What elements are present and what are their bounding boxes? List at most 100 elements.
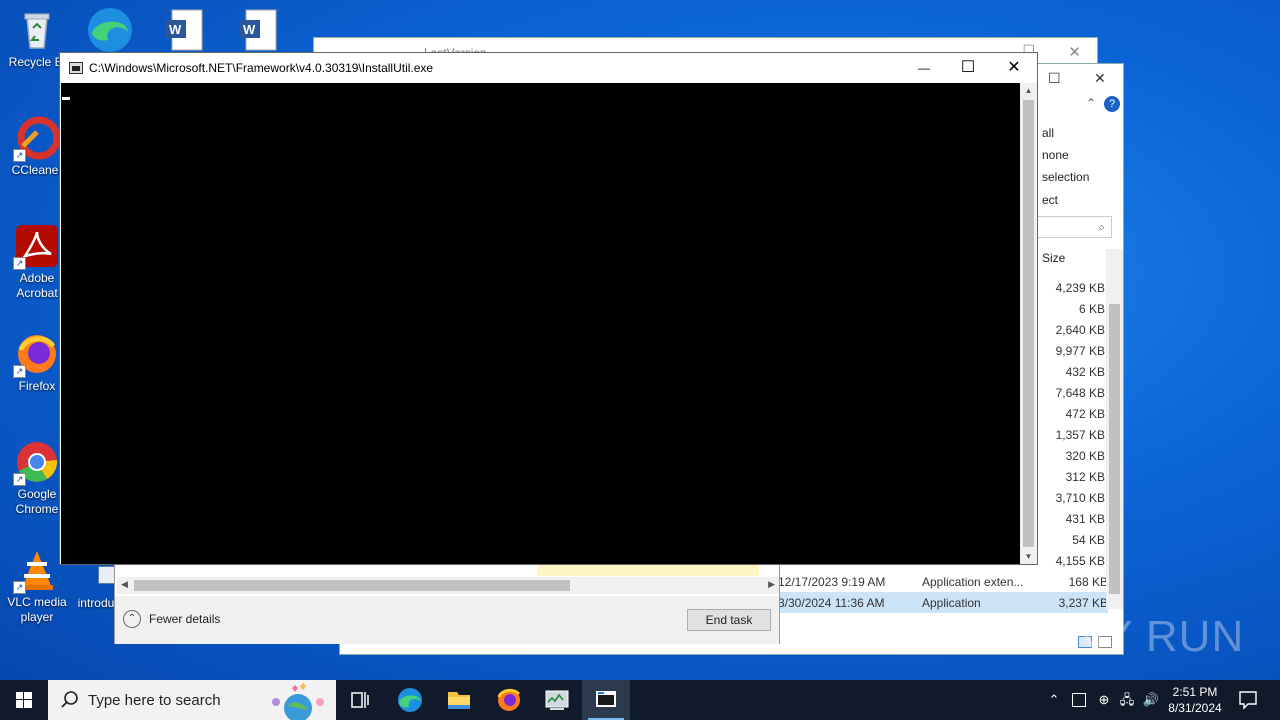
console-vertical-scrollbar[interactable]: ▲ ▼ xyxy=(1020,83,1037,564)
close-button[interactable]: ✕ xyxy=(991,53,1037,83)
taskbar-file-explorer[interactable] xyxy=(435,680,483,720)
taskbar-edge[interactable] xyxy=(386,680,434,720)
console-title: C:\Windows\Microsoft.NET\Framework\v4.0.… xyxy=(89,61,434,75)
task-view-button[interactable] xyxy=(336,680,384,720)
chrome-icon: ↗ xyxy=(13,440,59,486)
close-icon[interactable]: ✕ xyxy=(1094,70,1106,87)
svg-text:W: W xyxy=(169,22,182,37)
recycle-bin-icon xyxy=(15,8,59,52)
notification-icon xyxy=(1239,691,1257,710)
clock-date: 8/31/2024 xyxy=(1168,701,1222,715)
collapse-ribbon-icon[interactable]: ⌃ xyxy=(1086,96,1096,110)
network-icon[interactable]: 🖧 xyxy=(1118,680,1136,720)
explorer-search-input[interactable]: ⌕ xyxy=(1030,216,1112,238)
word-document-icon[interactable]: W xyxy=(162,8,206,52)
horizontal-scrollbar[interactable]: ◀ ▶ xyxy=(117,577,779,594)
type-cell: Application exten... xyxy=(922,575,1024,589)
size-cell: 3,237 KB xyxy=(1058,596,1108,610)
scroll-down-arrow[interactable]: ▼ xyxy=(1020,552,1037,561)
chevron-up-icon: ⌃ xyxy=(123,610,141,628)
desktop-icon-label: VLC media player xyxy=(7,595,67,624)
show-hidden-icons-chevron[interactable]: ⌃ xyxy=(1046,680,1062,720)
task-manager-icon xyxy=(545,690,569,710)
scrollbar-thumb[interactable] xyxy=(1023,100,1034,547)
size-cell: 432 KB xyxy=(1065,365,1105,379)
size-cell: 3,710 KB xyxy=(1055,491,1105,505)
task-manager-footer: ⌃ Fewer details End task xyxy=(115,596,779,644)
maximize-icon[interactable]: ☐ xyxy=(1048,70,1061,87)
end-task-button[interactable]: End task xyxy=(687,609,771,631)
taskbar: Type here to search ⌃ ⊕ 🖧 🔊 2:51 PM 8/31… xyxy=(0,680,1280,720)
console-title-bar[interactable]: C:\Windows\Microsoft.NET\Framework\v4.0.… xyxy=(60,53,1037,83)
shortcut-arrow-icon: ↗ xyxy=(13,365,26,378)
windows-logo-icon xyxy=(16,692,32,708)
taskbar-task-manager[interactable] xyxy=(533,680,581,720)
ribbon-invert-selection[interactable]: selection xyxy=(1042,170,1089,184)
taskbar-search-box[interactable]: Type here to search xyxy=(48,680,336,720)
size-column-header[interactable]: Size xyxy=(1042,251,1065,265)
size-cell: 9,977 KB xyxy=(1055,344,1105,358)
clock-time: 2:51 PM xyxy=(1172,685,1218,699)
help-icon[interactable]: ? xyxy=(1104,96,1120,112)
task-manager-window[interactable]: ◀ ▶ ⌃ Fewer details End task xyxy=(114,553,780,644)
date-cell: 12/17/2023 9:19 AM xyxy=(778,575,886,589)
search-highlight-icon xyxy=(272,683,324,720)
taskbar-console[interactable] xyxy=(582,680,630,720)
shortcut-arrow-icon: ↗ xyxy=(13,149,26,162)
edge-icon[interactable] xyxy=(86,6,134,54)
size-cell: 2,640 KB xyxy=(1055,323,1105,337)
close-icon[interactable]: ✕ xyxy=(1068,43,1081,61)
start-button[interactable] xyxy=(0,680,48,720)
notification-center-button[interactable] xyxy=(1234,680,1262,720)
type-cell: Application xyxy=(922,596,981,610)
size-cell: 320 KB xyxy=(1065,449,1105,463)
adobe-acrobat-icon: ↗ xyxy=(13,224,59,270)
scrollbar-thumb[interactable] xyxy=(134,580,570,591)
search-icon xyxy=(61,691,78,708)
task-view-icon xyxy=(351,692,369,708)
desktop: Recycle Bi ↗ CCleaner ↗ Adobe Acrobat ↗ … xyxy=(0,0,1280,680)
svg-text:W: W xyxy=(243,22,256,37)
tray-device-icon[interactable]: ⊕ xyxy=(1096,680,1112,720)
table-row[interactable]: 12/17/2023 9:19 AM Application exten... … xyxy=(760,571,1108,592)
console-app-icon xyxy=(69,62,83,74)
ribbon-select-all[interactable]: all xyxy=(1042,126,1054,140)
search-icon: ⌕ xyxy=(1098,220,1105,234)
size-cell: 4,155 KB xyxy=(1055,554,1105,568)
scroll-right-arrow[interactable]: ▶ xyxy=(768,579,775,590)
ccleaner-icon: ↗ xyxy=(13,116,61,162)
search-placeholder: Type here to search xyxy=(88,692,221,709)
anyrun-watermark: ANY RUN xyxy=(1040,612,1245,661)
maximize-button[interactable]: ☐ xyxy=(945,53,991,83)
size-cell: 312 KB xyxy=(1065,470,1105,484)
size-cell: 472 KB xyxy=(1065,407,1105,421)
size-cell: 54 KB xyxy=(1072,533,1105,547)
size-cell: 6 KB xyxy=(1078,302,1105,316)
scrollbar-thumb[interactable] xyxy=(1109,304,1120,594)
folder-icon xyxy=(448,692,470,709)
minimize-button[interactable]: — xyxy=(901,53,947,83)
vlc-icon: ↗ xyxy=(13,548,59,594)
console-output[interactable] xyxy=(61,83,1020,564)
explorer-vertical-scrollbar[interactable] xyxy=(1106,249,1123,609)
system-clock[interactable]: 2:51 PM 8/31/2024 xyxy=(1162,684,1228,716)
console-icon xyxy=(596,691,616,707)
size-cell: 4,239 KB xyxy=(1055,281,1105,295)
volume-icon[interactable]: 🔊 xyxy=(1142,680,1160,720)
console-window[interactable]: C:\Windows\Microsoft.NET\Framework\v4.0.… xyxy=(59,52,1038,565)
firefox-icon: ↗ xyxy=(13,332,59,378)
size-cell: 7,648 KB xyxy=(1055,386,1105,400)
word-document-icon[interactable]: W xyxy=(236,8,280,52)
edge-icon xyxy=(398,688,422,712)
taskbar-firefox[interactable] xyxy=(485,680,533,720)
fewer-details-button[interactable]: ⌃ Fewer details xyxy=(123,610,220,628)
scroll-left-arrow[interactable]: ◀ xyxy=(121,579,128,590)
ribbon-select: ect xyxy=(1042,193,1059,207)
table-row[interactable]: 3/30/2024 11:36 AM Application 3,237 KB xyxy=(760,592,1108,613)
ribbon-select-none[interactable]: none xyxy=(1042,148,1069,162)
text-cursor xyxy=(62,97,70,100)
tray-app-icon[interactable] xyxy=(1072,693,1086,707)
shortcut-arrow-icon: ↗ xyxy=(13,581,26,594)
scroll-up-arrow[interactable]: ▲ xyxy=(1020,86,1037,95)
size-cell: 1,357 KB xyxy=(1055,428,1105,442)
